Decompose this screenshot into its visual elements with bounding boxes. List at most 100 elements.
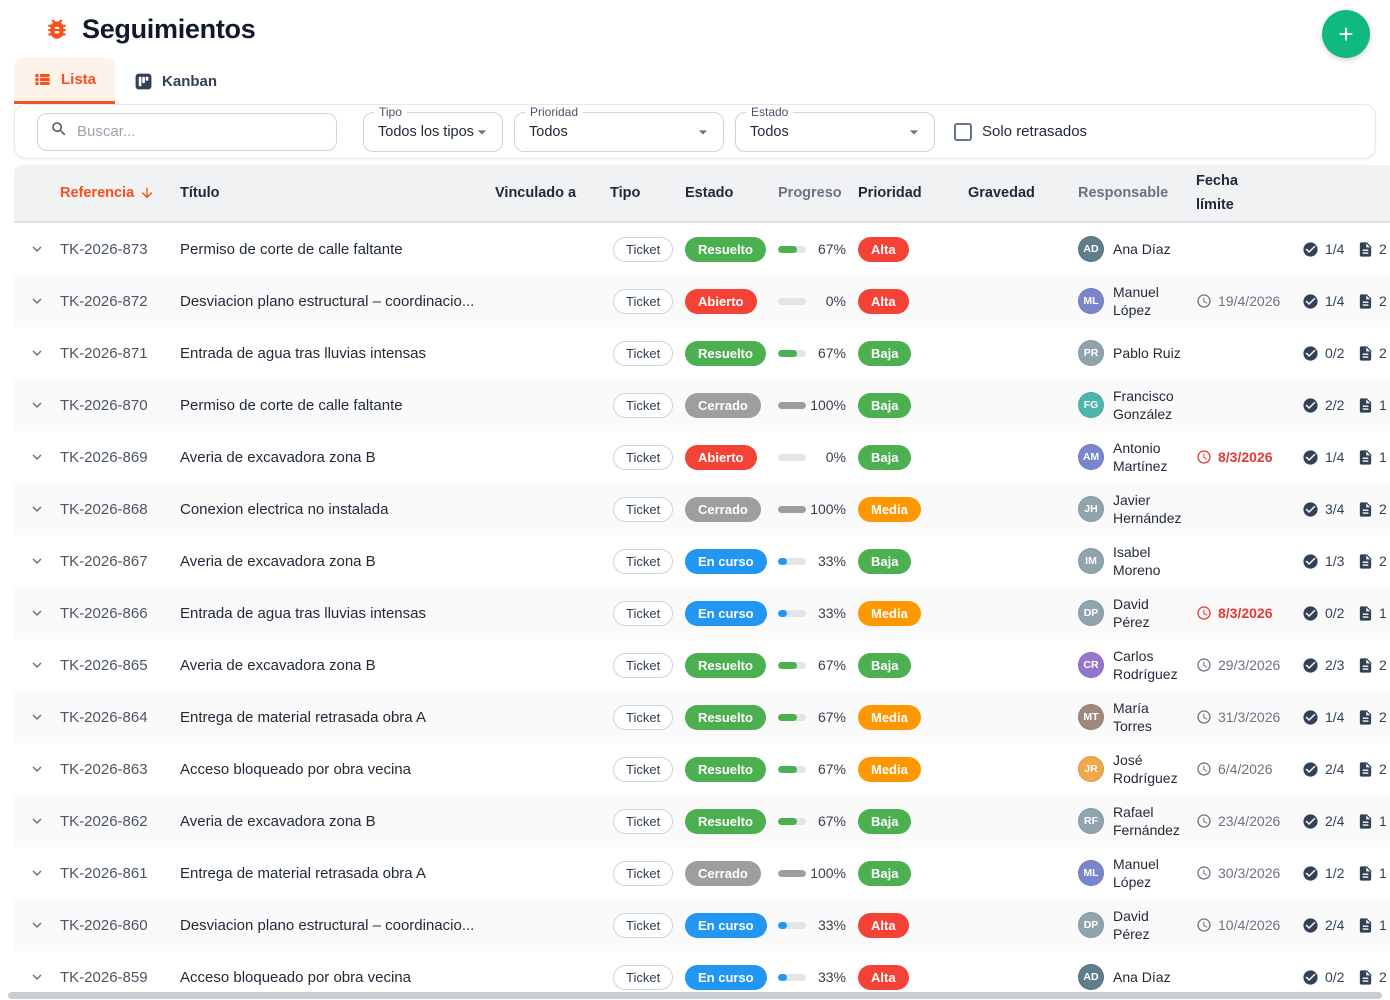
check-circle-icon bbox=[1302, 241, 1319, 258]
row-prioridad: Media bbox=[853, 497, 958, 522]
prioridad-select[interactable]: Prioridad Todos bbox=[514, 112, 724, 152]
table-row[interactable]: TK-2026-862Averia de excavadora zona BTi… bbox=[14, 795, 1390, 847]
checklist-count: 1/4 bbox=[1325, 449, 1344, 465]
row-fecha-limite: 8/3/2026 bbox=[1188, 449, 1293, 465]
row-reference: TK-2026-872 bbox=[60, 293, 180, 310]
chevron-down-icon[interactable] bbox=[28, 448, 46, 466]
row-estado: Abierto bbox=[685, 445, 778, 470]
solo-retrasados-checkbox[interactable]: Solo retrasados bbox=[954, 123, 1087, 141]
chevron-down-icon[interactable] bbox=[28, 396, 46, 414]
view-tabs: Lista Kanban bbox=[14, 58, 1390, 104]
row-fecha-limite: 31/3/2026 bbox=[1188, 709, 1293, 725]
prioridad-badge: Alta bbox=[858, 289, 909, 314]
row-reference: TK-2026-866 bbox=[60, 605, 180, 622]
chevron-down-icon[interactable] bbox=[28, 812, 46, 830]
header-vinculado-a[interactable]: Vinculado a bbox=[495, 181, 610, 205]
chevron-down-icon[interactable] bbox=[28, 552, 46, 570]
row-docs: 2 bbox=[1355, 761, 1390, 778]
tab-lista[interactable]: Lista bbox=[14, 58, 115, 104]
tipo-badge: Ticket bbox=[613, 445, 673, 470]
tipo-select[interactable]: Tipo Todos los tipos bbox=[363, 112, 503, 152]
table-row[interactable]: TK-2026-863Acceso bloqueado por obra vec… bbox=[14, 743, 1390, 795]
document-icon bbox=[1357, 657, 1374, 674]
avatar: JR bbox=[1078, 756, 1104, 782]
row-reference: TK-2026-869 bbox=[60, 449, 180, 466]
expand-cell bbox=[14, 708, 60, 726]
table-row[interactable]: TK-2026-864Entrega de material retrasada… bbox=[14, 691, 1390, 743]
header-referencia[interactable]: Referencia bbox=[60, 181, 180, 205]
row-estado: Resuelto bbox=[685, 809, 778, 834]
responsable-name: David Pérez bbox=[1113, 907, 1188, 943]
header-fecha-limite[interactable]: Fecha límite bbox=[1188, 169, 1293, 217]
chevron-down-icon[interactable] bbox=[28, 292, 46, 310]
add-button[interactable]: + bbox=[1322, 10, 1370, 58]
chevron-down-icon[interactable] bbox=[28, 760, 46, 778]
chevron-down-icon[interactable] bbox=[28, 708, 46, 726]
table-row[interactable]: TK-2026-869Averia de excavadora zona BTi… bbox=[14, 431, 1390, 483]
tab-lista-label: Lista bbox=[61, 71, 96, 88]
chevron-down-icon bbox=[472, 122, 492, 142]
tipo-badge: Ticket bbox=[613, 861, 673, 886]
prioridad-badge: Media bbox=[858, 705, 921, 730]
header-prioridad[interactable]: Prioridad bbox=[853, 181, 958, 205]
table-row[interactable]: TK-2026-872Desviacion plano estructural … bbox=[14, 275, 1390, 327]
row-title: Acceso bloqueado por obra vecina bbox=[180, 969, 495, 986]
progress-bar bbox=[778, 714, 806, 721]
header-gravedad[interactable]: Gravedad bbox=[958, 181, 1070, 205]
header-tipo[interactable]: Tipo bbox=[610, 181, 685, 205]
tipo-badge: Ticket bbox=[613, 289, 673, 314]
row-progreso: 100% bbox=[778, 501, 853, 517]
expand-cell bbox=[14, 500, 60, 518]
fecha-text: 8/3/2026 bbox=[1218, 449, 1273, 465]
tipo-badge: Ticket bbox=[613, 653, 673, 678]
table-row[interactable]: TK-2026-870Permiso de corte de calle fal… bbox=[14, 379, 1390, 431]
row-fecha-limite: 8/3/2026 bbox=[1188, 605, 1293, 621]
expand-cell bbox=[14, 552, 60, 570]
document-icon bbox=[1357, 501, 1374, 518]
chevron-down-icon[interactable] bbox=[28, 240, 46, 258]
table-row[interactable]: TK-2026-866Entrada de agua tras lluvias … bbox=[14, 587, 1390, 639]
expand-cell bbox=[14, 604, 60, 622]
estado-select[interactable]: Estado Todos bbox=[735, 112, 935, 152]
responsable-name: Javier Hernández bbox=[1113, 491, 1188, 527]
estado-badge: Abierto bbox=[685, 445, 757, 470]
row-prioridad: Baja bbox=[853, 445, 958, 470]
table-row[interactable]: TK-2026-861Entrega de material retrasada… bbox=[14, 847, 1390, 899]
tab-kanban[interactable]: Kanban bbox=[115, 58, 236, 104]
progress-label: 33% bbox=[806, 917, 846, 933]
prioridad-badge: Baja bbox=[858, 549, 911, 574]
row-prioridad: Baja bbox=[853, 393, 958, 418]
avatar: ML bbox=[1078, 288, 1104, 314]
table-row[interactable]: TK-2026-873Permiso de corte de calle fal… bbox=[14, 223, 1390, 275]
row-tipo: Ticket bbox=[610, 601, 685, 626]
search-input[interactable] bbox=[77, 123, 324, 140]
row-docs: 1 bbox=[1355, 397, 1390, 414]
table-row[interactable]: TK-2026-860Desviacion plano estructural … bbox=[14, 899, 1390, 951]
expand-cell bbox=[14, 396, 60, 414]
header-responsable: Responsable bbox=[1070, 181, 1188, 205]
row-estado: En curso bbox=[685, 601, 778, 626]
chevron-down-icon[interactable] bbox=[28, 968, 46, 986]
table-row[interactable]: TK-2026-867Averia de excavadora zona BTi… bbox=[14, 535, 1390, 587]
row-prioridad: Media bbox=[853, 757, 958, 782]
header-titulo[interactable]: Título bbox=[180, 181, 495, 205]
avatar: PR bbox=[1078, 340, 1104, 366]
checkbox-icon[interactable] bbox=[954, 123, 972, 141]
chevron-down-icon[interactable] bbox=[28, 656, 46, 674]
row-docs: 2 bbox=[1355, 345, 1390, 362]
chevron-down-icon[interactable] bbox=[28, 916, 46, 934]
check-circle-icon bbox=[1302, 813, 1319, 830]
progress-bar bbox=[778, 506, 806, 513]
docs-count: 2 bbox=[1379, 241, 1387, 257]
row-title: Entrega de material retrasada obra A bbox=[180, 709, 495, 726]
chevron-down-icon[interactable] bbox=[28, 500, 46, 518]
chevron-down-icon[interactable] bbox=[28, 604, 46, 622]
table-row[interactable]: TK-2026-868Conexion electrica no instala… bbox=[14, 483, 1390, 535]
chevron-down-icon[interactable] bbox=[28, 344, 46, 362]
table-row[interactable]: TK-2026-865Averia de excavadora zona BTi… bbox=[14, 639, 1390, 691]
header-estado[interactable]: Estado bbox=[685, 181, 778, 205]
row-estado: Resuelto bbox=[685, 653, 778, 678]
table-row[interactable]: TK-2026-871Entrada de agua tras lluvias … bbox=[14, 327, 1390, 379]
horizontal-scrollbar[interactable] bbox=[8, 992, 1382, 999]
chevron-down-icon[interactable] bbox=[28, 864, 46, 882]
